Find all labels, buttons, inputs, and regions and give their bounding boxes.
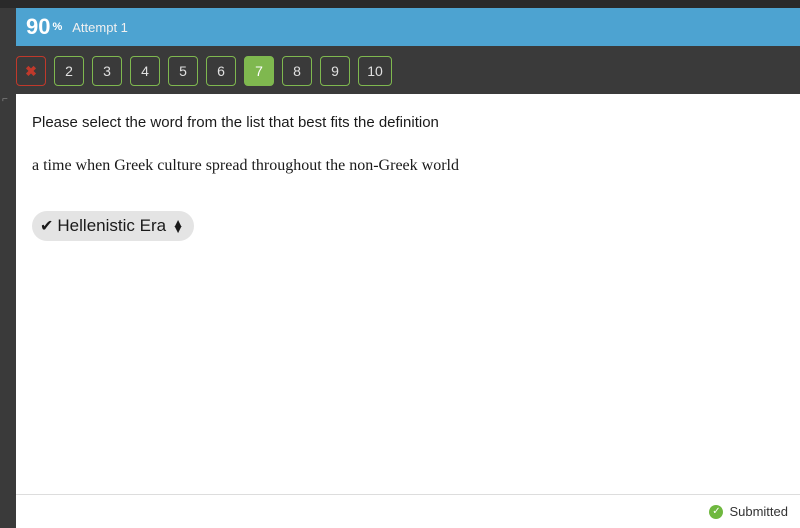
score-bar: 90 % Attempt 1 xyxy=(16,8,800,46)
question-nav-10[interactable]: 10 xyxy=(358,56,392,86)
close-icon: ✖ xyxy=(25,63,37,80)
content-area: Please select the word from the list tha… xyxy=(16,94,800,528)
question-nav-6[interactable]: 6 xyxy=(206,56,236,86)
chevron-updown-icon: ▲▼ xyxy=(172,220,184,232)
definition-text: a time when Greek culture spread through… xyxy=(32,157,784,175)
close-button[interactable]: ✖ xyxy=(16,56,46,86)
score-percent-symbol: % xyxy=(52,21,62,33)
selected-answer: Hellenistic Era xyxy=(57,216,166,236)
question-nav-2[interactable]: 2 xyxy=(54,56,84,86)
question-nav-7[interactable]: 7 xyxy=(244,56,274,86)
footer-bar: ✓ Submitted xyxy=(16,494,800,528)
question-nav: ✖ 23456789 10 xyxy=(2,46,800,96)
question-nav-9[interactable]: 9 xyxy=(320,56,350,86)
left-gutter: ⌐ xyxy=(0,46,16,528)
score-value: 90 xyxy=(26,14,50,40)
attempt-label: Attempt 1 xyxy=(72,20,128,35)
gutter-mark-icon: ⌐ xyxy=(2,94,8,105)
submitted-label: Submitted xyxy=(729,504,788,519)
question-nav-4[interactable]: 4 xyxy=(130,56,160,86)
instruction-text: Please select the word from the list tha… xyxy=(32,114,784,131)
question-nav-5[interactable]: 5 xyxy=(168,56,198,86)
window-top-strip xyxy=(0,0,800,8)
submitted-check-icon: ✓ xyxy=(709,505,723,519)
checkmark-icon: ✔ xyxy=(40,216,53,236)
question-nav-3[interactable]: 3 xyxy=(92,56,122,86)
question-nav-8[interactable]: 8 xyxy=(282,56,312,86)
answer-dropdown[interactable]: ✔ Hellenistic Era ▲▼ xyxy=(32,211,194,241)
